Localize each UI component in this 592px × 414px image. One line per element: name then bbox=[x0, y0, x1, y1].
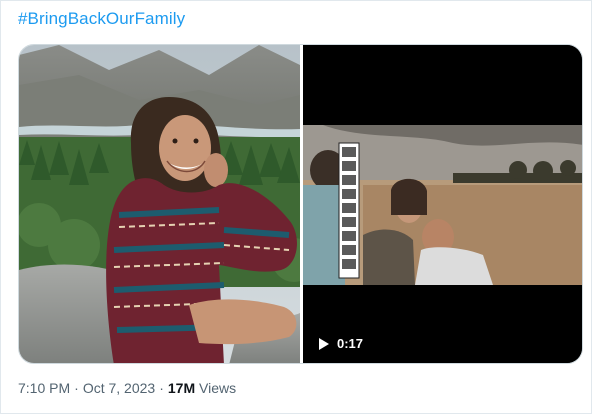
tweet-card: #BringBackOurFamily 0:17 7:10 PM · Oct 7… bbox=[0, 0, 592, 414]
views-count: 17M bbox=[167, 380, 196, 396]
photo-woman-mountains[interactable] bbox=[19, 45, 300, 363]
metadata-separator: · bbox=[74, 380, 79, 396]
metadata-separator-2: · bbox=[159, 380, 164, 396]
photo-image bbox=[19, 45, 300, 363]
media-grid: 0:17 bbox=[18, 44, 583, 364]
video-player[interactable]: 0:17 bbox=[303, 45, 582, 363]
tweet-metadata: 7:10 PM · Oct 7, 2023 · 17M Views bbox=[18, 380, 236, 396]
video-duration: 0:17 bbox=[337, 336, 364, 351]
video-frame bbox=[303, 45, 582, 363]
hashtag-link[interactable]: #BringBackOurFamily bbox=[18, 9, 185, 29]
tweet-date[interactable]: Oct 7, 2023 bbox=[83, 380, 155, 396]
tweet-time[interactable]: 7:10 PM bbox=[18, 380, 70, 396]
views-label: Views bbox=[199, 380, 237, 396]
video-controls[interactable]: 0:17 bbox=[319, 336, 363, 351]
play-icon[interactable] bbox=[319, 337, 329, 350]
